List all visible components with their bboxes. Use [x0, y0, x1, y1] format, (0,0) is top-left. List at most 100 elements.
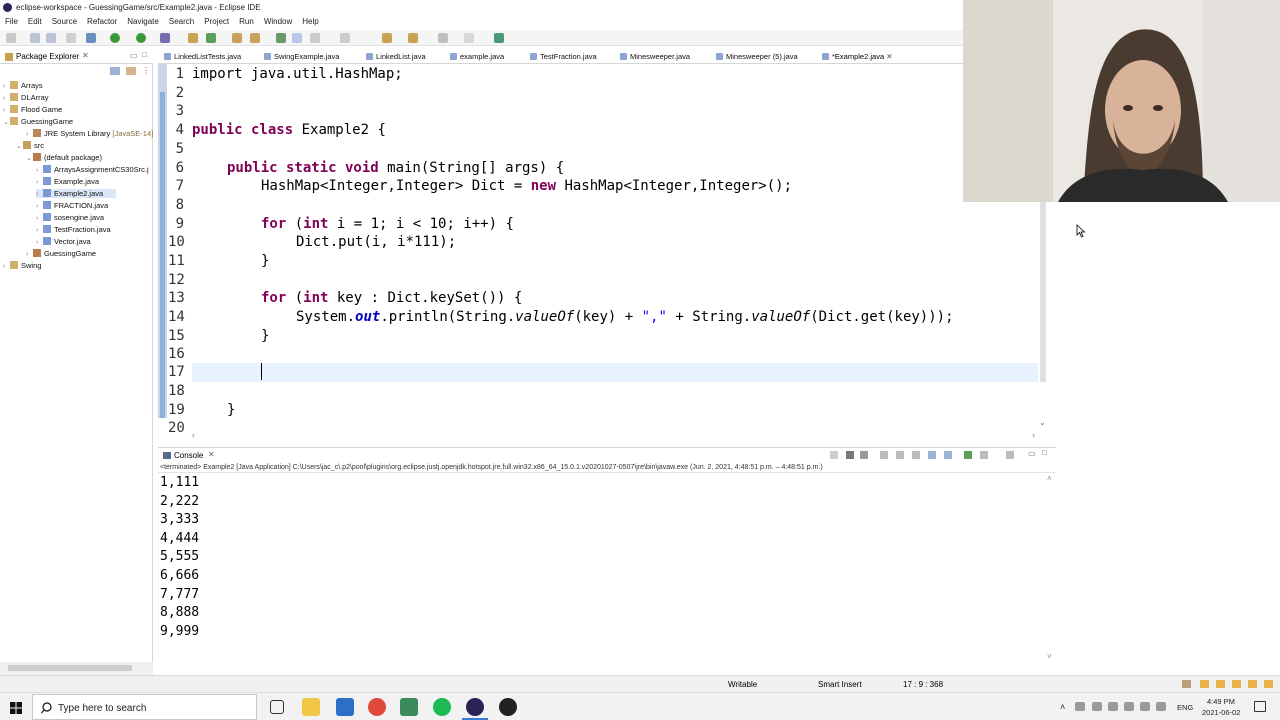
tray-icon[interactable] — [1108, 702, 1118, 711]
clock-time[interactable]: 4:49 PM — [1207, 697, 1235, 706]
package-explorer-tab[interactable]: Package Explorer ✕ ▭ □ — [0, 49, 153, 64]
open-type-icon[interactable] — [232, 33, 242, 43]
save-all-icon[interactable] — [46, 33, 56, 43]
package-explorer-scrollbar[interactable] — [0, 662, 153, 675]
file-explorer-icon[interactable] — [302, 698, 320, 716]
tab-testfraction[interactable]: TestFraction.java — [530, 52, 597, 61]
tree-item-java-file[interactable]: › sosengine.java — [36, 213, 104, 222]
remove-launch-icon[interactable] — [846, 451, 854, 459]
menu-file[interactable]: File — [0, 15, 23, 26]
battery-icon[interactable] — [1156, 702, 1166, 711]
close-icon[interactable]: ✕ — [208, 450, 215, 459]
tab-linkedlisttests[interactable]: LinkedListTests.java — [164, 52, 241, 61]
status-icon[interactable] — [1248, 680, 1257, 688]
tree-item-guessinggame-package[interactable]: › GuessingGame — [26, 249, 96, 258]
taskbar-search-box[interactable]: Type here to search — [32, 694, 257, 720]
code-editor[interactable]: 1 import java.util.HashMap; 2 3 4 public c… — [158, 64, 1048, 432]
word-wrap-icon[interactable] — [912, 451, 920, 459]
maximize-icon[interactable]: □ — [1042, 448, 1047, 457]
minimize-icon[interactable]: ▭ — [130, 51, 138, 60]
highlight-icon[interactable] — [292, 33, 302, 43]
view-menu-icon[interactable]: ⋮ — [142, 66, 150, 75]
tab-example2-active[interactable]: *Example2.java ✕ — [822, 52, 893, 61]
menu-project[interactable]: Project — [199, 15, 234, 26]
link-editor-icon[interactable] — [126, 67, 136, 75]
last-edit-icon[interactable] — [408, 33, 418, 43]
tree-item-java-file-selected[interactable]: › Example2.java — [36, 189, 116, 198]
block-select-icon[interactable] — [310, 33, 320, 43]
open-console-icon[interactable] — [964, 451, 972, 459]
status-icon[interactable] — [1216, 680, 1225, 688]
run-icon[interactable] — [110, 33, 120, 43]
network-icon[interactable] — [1124, 702, 1134, 711]
close-icon[interactable]: ✕ — [82, 51, 89, 60]
tab-minesweeper[interactable]: Minesweeper.java — [620, 52, 690, 61]
status-icon[interactable] — [1264, 680, 1273, 688]
toggle-mark-icon[interactable] — [276, 33, 286, 43]
search-icon[interactable] — [250, 33, 260, 43]
tray-icon[interactable] — [1092, 702, 1102, 711]
obs-icon[interactable] — [499, 698, 517, 716]
next-annotation-icon[interactable] — [382, 33, 392, 43]
menu-search[interactable]: Search — [164, 15, 199, 26]
tree-item-dlarray[interactable]: › DLArray — [3, 93, 49, 102]
spotify-icon[interactable] — [433, 698, 451, 716]
clear-console-icon[interactable] — [880, 451, 888, 459]
view-menu-icon[interactable] — [980, 451, 988, 459]
scroll-lock-icon[interactable] — [896, 451, 904, 459]
status-insert-mode[interactable]: Smart Insert — [818, 680, 862, 689]
menu-refactor[interactable]: Refactor — [82, 15, 122, 26]
mail-icon[interactable] — [336, 698, 354, 716]
menu-navigate[interactable]: Navigate — [122, 15, 164, 26]
menu-window[interactable]: Window — [259, 15, 297, 26]
terminate-icon[interactable] — [830, 451, 838, 459]
tray-icon[interactable] — [1075, 702, 1085, 711]
menu-source[interactable]: Source — [47, 15, 82, 26]
close-tab-icon[interactable]: ✕ — [886, 52, 892, 61]
tree-item-default-package[interactable]: ⌄ (default package) — [26, 153, 102, 162]
scroll-down-icon[interactable]: ⌄ — [1039, 418, 1046, 427]
notifications-icon[interactable] — [1254, 701, 1266, 712]
new-icon[interactable] — [6, 33, 16, 43]
print-icon[interactable] — [66, 33, 76, 43]
console-tab[interactable]: Console ✕ ▭ □ — [158, 447, 1056, 462]
maximize-icon[interactable]: □ — [142, 50, 147, 59]
tab-example[interactable]: example.java — [450, 52, 504, 61]
tree-item-java-file[interactable]: › Example.java — [36, 177, 99, 186]
menu-run[interactable]: Run — [234, 15, 259, 26]
status-icon[interactable] — [1182, 680, 1191, 688]
tab-minesweeper-5[interactable]: Minesweeper (5).java — [716, 52, 798, 61]
tree-item-java-file[interactable]: › ArraysAssignmentCS30Src.j — [36, 165, 149, 174]
status-icon[interactable] — [1200, 680, 1209, 688]
task-view-icon[interactable] — [270, 700, 284, 714]
tab-swingexample[interactable]: SwingExample.java — [264, 52, 339, 61]
show-hidden-icons-icon[interactable]: ˄ — [1060, 702, 1065, 712]
tree-item-guessinggame[interactable]: ⌄ GuessingGame — [3, 117, 73, 126]
debug-icon[interactable] — [86, 33, 96, 43]
tree-item-flood-game[interactable]: › Flood Game — [3, 105, 62, 114]
open-terminal-icon[interactable] — [1006, 451, 1014, 459]
menu-help[interactable]: Help — [297, 15, 323, 26]
tree-item-java-file[interactable]: › TestFraction.java — [36, 225, 111, 234]
run-coverage-icon[interactable] — [136, 33, 146, 43]
console-scrollbar[interactable]: ˄ ˅ — [1046, 474, 1056, 664]
pin-console-icon[interactable] — [928, 451, 936, 459]
new-package-icon[interactable] — [206, 33, 216, 43]
app-icon[interactable] — [400, 698, 418, 716]
tree-item-src[interactable]: ⌄ src — [16, 141, 44, 150]
menu-edit[interactable]: Edit — [23, 15, 47, 26]
remove-all-icon[interactable] — [860, 451, 868, 459]
open-perspective-icon[interactable] — [494, 33, 504, 43]
scrollbar-thumb[interactable] — [8, 665, 132, 671]
scroll-right-icon[interactable]: › — [1032, 430, 1035, 440]
minimize-icon[interactable]: ▭ — [1028, 449, 1036, 458]
tree-item-jre-library[interactable]: › JRE System Library [JavaSE-14] — [26, 129, 153, 138]
tree-item-java-file[interactable]: › FRACTION.java — [36, 201, 108, 210]
console-output[interactable]: 1,111 2,222 3,333 4,444 5,555 6,666 7,77… — [158, 474, 1048, 662]
clock-date[interactable]: 2021-06-02 — [1202, 708, 1240, 717]
display-console-icon[interactable] — [944, 451, 952, 459]
volume-icon[interactable] — [1140, 702, 1150, 711]
forward-icon[interactable] — [464, 33, 474, 43]
external-tools-icon[interactable] — [160, 33, 170, 43]
chrome-icon[interactable] — [368, 698, 386, 716]
